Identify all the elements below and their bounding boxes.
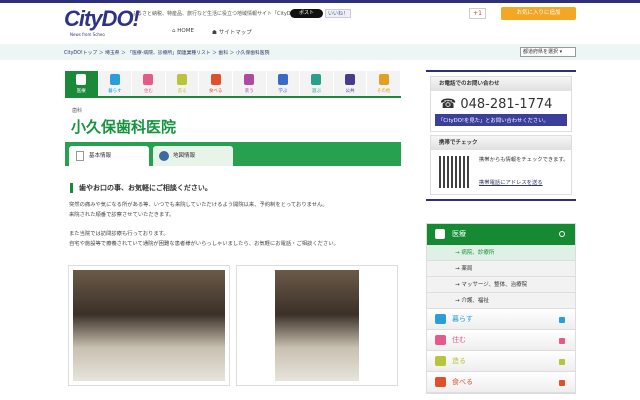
category-menu: 医療 → 病院、診療所 → 薬局 → マッサージ、整体、治療院 → 介護、福祉 … [426, 223, 576, 394]
paragraph: 自宅や施設等で療養されていて通院が困難な患者様がいらっしゃいましたら、お気軽にお… [69, 241, 339, 247]
category-icon [345, 74, 356, 85]
category-icon [435, 335, 446, 345]
nav-sitemap[interactable]: ☗ サイトマップ [212, 28, 252, 36]
page-title: 小久保歯科医院 [71, 118, 177, 136]
paragraph: また当院では訪問診療も行っております。 [69, 231, 169, 237]
menu-label: 食べる [452, 378, 473, 386]
contact-panel: お電話でのお問い合わせ ☎ 048-281-1774 「CityDO!を見た」と… [426, 70, 576, 201]
prefecture-select-value: 都道府県を選択 [523, 49, 559, 55]
sitemap-icon: ☗ [212, 30, 219, 36]
category-label: 造る [177, 89, 187, 94]
category-icon [277, 74, 288, 85]
tab-bar: 基本情報 地図情報 [65, 142, 401, 166]
tab-basic-info[interactable]: 基本情報 [69, 146, 149, 166]
expand-icon[interactable] [559, 380, 565, 386]
paragraph: 突然の痛みや気になる所がある等、いつでも来院していただけるよう開院以来、予約制を… [69, 202, 328, 208]
medical-icon [435, 229, 445, 239]
top-bar [0, 0, 640, 3]
category-tab[interactable]: 遊ぶ [300, 71, 334, 96]
category-nav: 医療 暮らす 住む 造る 食べる 装う 学ぶ 遊ぶ 公共 その他 [65, 71, 401, 98]
phone-note: 「CityDO!を見た」とお問い合わせください。 [435, 114, 567, 126]
category-icon [76, 74, 87, 85]
category-label: 学ぶ [278, 89, 288, 94]
category-label: 医療 [76, 89, 86, 94]
category-icon [435, 314, 446, 324]
clinic-category: 歯科 [72, 108, 83, 114]
expand-icon[interactable] [559, 317, 565, 323]
menu-item[interactable]: 食べる [427, 372, 575, 393]
collapse-icon[interactable] [559, 231, 565, 237]
phone-heading: お電話でのお問い合わせ [431, 77, 571, 91]
phone-number: ☎ 048-281-1774 [440, 97, 553, 112]
mobile-heading: 携帯でチェック [431, 136, 571, 150]
category-icon [143, 74, 154, 85]
submenu-item[interactable]: → 薬局 [427, 261, 575, 277]
expand-icon[interactable] [559, 359, 565, 365]
breadcrumb-bar: CityDO!トップ ＞ 埼玉県 ＞ 「医療-病院、診療所」関連業種リスト ＞ … [0, 44, 640, 60]
category-icon [435, 377, 446, 387]
menu-item[interactable]: 造る [427, 351, 575, 372]
mobile-text: 携帯からも情報をチェックできます。 [479, 157, 569, 163]
category-tab[interactable]: 住む [132, 71, 166, 96]
category-label: 装う [244, 89, 254, 94]
category-label: 食べる [208, 89, 223, 94]
menu-medical[interactable]: 医療 [427, 224, 575, 245]
nav-home[interactable]: ⌂ HOME [172, 28, 194, 34]
clinic-photo-2 [236, 265, 398, 386]
menu-item[interactable]: 暮らす [427, 309, 575, 330]
expand-icon[interactable] [559, 338, 565, 344]
category-tab[interactable]: 食べる [199, 71, 233, 96]
category-tab[interactable]: 暮らす [98, 71, 133, 96]
logo[interactable]: CityDO! [64, 6, 140, 32]
tab-map-info[interactable]: 地図情報 [153, 146, 233, 166]
category-icon [311, 74, 322, 85]
qr-code [439, 156, 471, 188]
tab-label: 基本情報 [89, 153, 112, 159]
category-tab[interactable]: 学ぶ [266, 71, 301, 96]
category-icon [378, 74, 389, 85]
submenu-item[interactable]: → 病院、診療所 [427, 245, 575, 261]
send-address-link[interactable]: 携帯電話にアドレスを送る [479, 178, 543, 186]
category-icon [244, 74, 255, 85]
category-icon [109, 74, 120, 85]
mobile-box: 携帯でチェック 携帯からも情報をチェックできます。 携帯電話にアドレスを送る [430, 135, 572, 195]
clinic-photo-1 [68, 265, 230, 386]
category-tab[interactable]: 装う [232, 71, 267, 96]
category-icon [435, 356, 446, 366]
menu-label: 造る [452, 357, 466, 365]
content-heading: 歯やお口の事、お気軽にご相談ください。 [70, 183, 212, 193]
category-label: 住む [143, 89, 153, 94]
submenu-item[interactable]: → 介護、福祉 [427, 293, 575, 309]
add-favorite-button[interactable]: お気に入りに追加 [501, 7, 576, 20]
facebook-like-button[interactable]: いいね！ [325, 9, 351, 18]
category-tab[interactable]: その他 [367, 71, 401, 96]
category-icon [177, 74, 188, 85]
category-tab[interactable]: 公共 [333, 71, 368, 96]
tagline: ふるさと納税、特産品、旅行など生活に役立つ地域情報サイト「CityDO」 [132, 11, 300, 17]
document-icon [76, 151, 84, 161]
breadcrumb[interactable]: CityDO!トップ ＞ 埼玉県 ＞ 「医療-病院、診療所」関連業種リスト ＞ … [64, 49, 269, 56]
nav-sitemap-label: サイトマップ [218, 30, 252, 36]
gplus-button[interactable]: +1 [469, 8, 486, 19]
phone-box: お電話でのお問い合わせ ☎ 048-281-1774 「CityDO!を見た」と… [430, 76, 572, 132]
menu-item[interactable]: 住む [427, 330, 575, 351]
category-label: 遊ぶ [311, 89, 321, 94]
paragraph: 来院された順番で診察させていただきます。 [69, 212, 175, 218]
category-icon [210, 74, 221, 85]
category-label: 暮らす [108, 89, 122, 94]
nav-home-label: HOME [177, 28, 194, 34]
submenu-item[interactable]: → マッサージ、整体、治療院 [427, 277, 575, 293]
globe-icon [159, 151, 169, 161]
category-label: 公共 [345, 89, 355, 94]
tab-label: 地図情報 [173, 153, 196, 159]
logo-subtitle: News from Scheo [70, 32, 105, 37]
menu-label: 住む [452, 336, 466, 344]
category-label: その他 [376, 89, 391, 94]
category-tab[interactable]: 医療 [65, 71, 99, 96]
category-tab[interactable]: 造る [165, 71, 200, 96]
menu-label: 医療 [452, 230, 466, 238]
x-post-button[interactable]: ポスト [290, 9, 323, 18]
prefecture-select[interactable]: 都道府県を選択 ▾ [520, 47, 576, 57]
menu-label: 暮らす [452, 315, 473, 323]
